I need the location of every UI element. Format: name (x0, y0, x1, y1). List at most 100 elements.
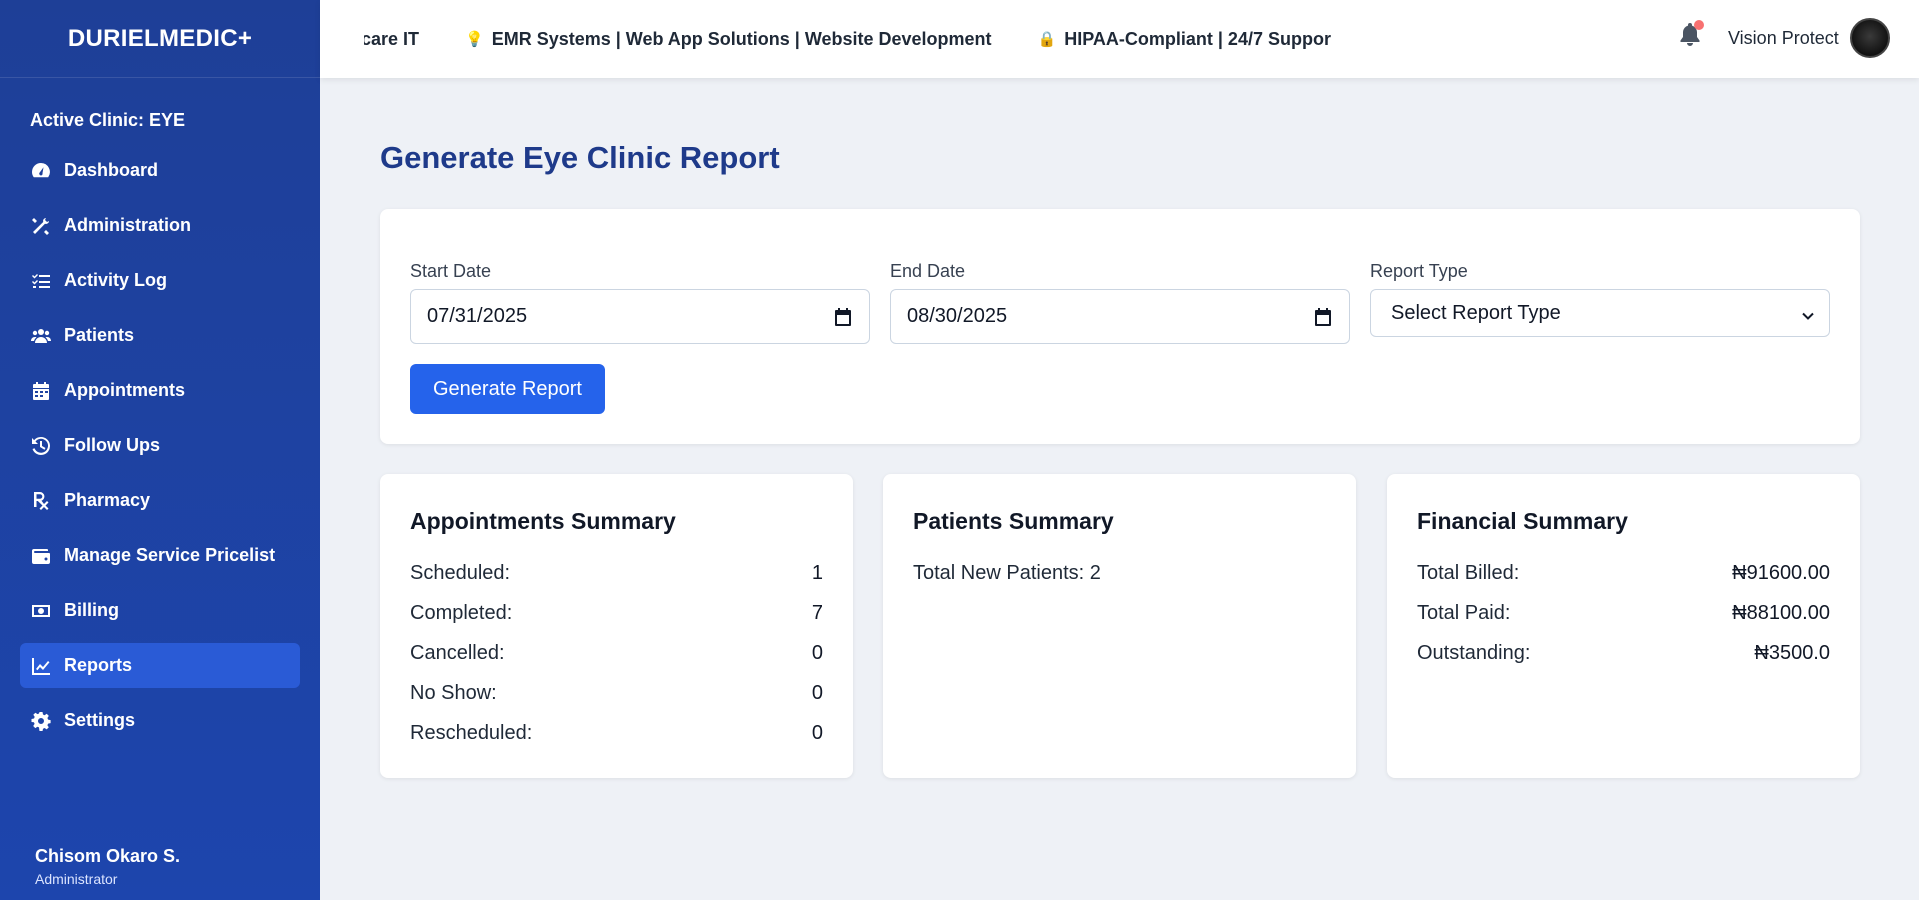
list-check-icon (30, 270, 52, 292)
users-icon (30, 325, 52, 347)
notification-badge (1694, 20, 1704, 30)
start-date-input[interactable]: 07/31/2025 (410, 289, 870, 344)
row-value: 1 (811, 562, 823, 584)
financial-summary-card: Financial Summary Total Billed: ₦91600.0… (1387, 474, 1860, 778)
tools-icon (30, 215, 52, 237)
lock-icon: 🔒 (1037, 31, 1057, 48)
report-type-value: Select Report Type (1391, 301, 1561, 324)
summary-row: Cancelled: 0 (410, 642, 823, 672)
sidebar-item-patients[interactable]: Patients (20, 313, 300, 358)
card-title: Appointments Summary (410, 508, 676, 534)
appointments-summary-card: Appointments Summary Scheduled: 1 Comple… (380, 474, 853, 778)
summary-row: Completed: 7 (410, 602, 823, 632)
topbar: ncare IT 💡 EMR Systems | Web App Solutio… (320, 0, 1919, 78)
sidebar-item-label: Billing (64, 600, 119, 620)
summary-row: Total Billed: ₦91600.00 (1417, 562, 1830, 592)
organization-avatar[interactable] (1850, 18, 1890, 58)
sidebar-item-label: Reports (64, 655, 133, 675)
sidebar-item-appointments[interactable]: Appointments (20, 368, 300, 413)
calendar-icon[interactable] (833, 307, 853, 327)
sidebar-item-follow-ups[interactable]: Follow Ups (20, 423, 300, 468)
row-label: Total Billed: (1417, 562, 1520, 584)
generate-report-button[interactable]: Generate Report (410, 364, 605, 414)
summary-row: Total New Patients: 2 (913, 562, 1326, 592)
row-label: Cancelled: (410, 642, 505, 664)
card-title: Financial Summary (1417, 508, 1628, 534)
row-value: ₦91600.00 (1732, 562, 1830, 584)
ticker-text: EMR Systems | Web App Solutions | Websit… (491, 28, 992, 49)
sidebar-item-label: Manage Service Pricelist (64, 545, 276, 565)
ticker-item: 💡 EMR Systems | Web App Solutions | Webs… (465, 29, 992, 50)
organization-name[interactable]: Vision Protect (1728, 28, 1839, 49)
brand-logo[interactable]: DURIELMEDIC+ (0, 0, 320, 78)
sidebar-item-label: Settings (64, 710, 136, 730)
notification-bell-icon[interactable] (1678, 20, 1708, 52)
sidebar-item-label: Administration (64, 215, 192, 235)
summary-row: Total Paid: ₦88100.00 (1417, 602, 1830, 632)
row-label: Scheduled: (410, 562, 511, 584)
end-date-input[interactable]: 08/30/2025 (890, 289, 1350, 344)
sidebar-item-reports[interactable]: Reports (20, 643, 300, 688)
sidebar-item-pharmacy[interactable]: Pharmacy (20, 478, 300, 523)
lightbulb-icon: 💡 (465, 31, 484, 48)
report-filter-card: Start Date 07/31/2025 End Date 08/30/202… (380, 209, 1860, 444)
sidebar-item-administration[interactable]: Administration (20, 203, 300, 248)
row-value: 0 (811, 682, 823, 704)
wallet-icon (30, 545, 52, 567)
sidebar: DURIELMEDIC+ Active Clinic: EYE Dashboar… (0, 0, 320, 900)
sidebar-item-label: Activity Log (64, 270, 168, 290)
user-role: Administrator (35, 871, 118, 887)
marquee-ticker: ncare IT 💡 EMR Systems | Web App Solutio… (364, 0, 1364, 78)
chart-line-icon (30, 655, 52, 677)
sidebar-item-activity-log[interactable]: Activity Log (20, 258, 300, 303)
ticker-text: ncare IT (364, 28, 420, 49)
end-date-label: End Date (890, 261, 966, 281)
row-value: 0 (811, 722, 823, 744)
sidebar-item-manage-service-pricelist[interactable]: Manage Service Pricelist (20, 533, 300, 578)
sidebar-nav: Dashboard Administration Activity Log Pa… (20, 148, 300, 753)
prescription-icon (30, 490, 52, 512)
sidebar-item-label: Dashboard (64, 160, 159, 180)
row-label: Rescheduled: (410, 722, 533, 744)
history-icon (30, 435, 52, 457)
user-name: Chisom Okaro S. (35, 846, 181, 866)
sidebar-item-label: Follow Ups (64, 435, 160, 455)
summary-row: Outstanding: ₦3500.0 (1417, 642, 1830, 672)
active-clinic-label: Active Clinic: EYE (30, 110, 186, 130)
report-type-select[interactable]: Select Report Type (1370, 289, 1830, 337)
sidebar-item-billing[interactable]: Billing (20, 588, 300, 633)
chevron-down-icon (1801, 306, 1815, 320)
calendar-icon[interactable] (1313, 307, 1333, 327)
sidebar-item-label: Pharmacy (64, 490, 151, 510)
gear-icon (30, 710, 52, 732)
sidebar-item-label: Patients (64, 325, 135, 345)
summary-row: Scheduled: 1 (410, 562, 823, 592)
tachometer-icon (30, 160, 52, 182)
calendar-icon (30, 380, 52, 402)
money-bill-icon (30, 600, 52, 622)
ticker-item: 🔒 HIPAA-Compliant | 24/7 Suppor (1038, 29, 1331, 50)
row-label: Outstanding: (1417, 642, 1531, 664)
total-new-patients: Total New Patients: 2 (913, 562, 1101, 584)
user-profile[interactable]: Chisom Okaro S. Administrator (35, 846, 180, 887)
row-value: ₦3500.0 (1754, 642, 1830, 664)
row-label: Completed: (410, 602, 513, 624)
report-type-label: Report Type (1370, 261, 1468, 281)
summary-row: Rescheduled: 0 (410, 722, 823, 752)
row-value: 7 (811, 602, 823, 624)
ticker-text: HIPAA-Compliant | 24/7 Suppor (1064, 28, 1331, 49)
card-title: Patients Summary (913, 508, 1114, 534)
row-value: 0 (811, 642, 823, 664)
row-label: No Show: (410, 682, 497, 704)
sidebar-item-label: Appointments (64, 380, 185, 400)
end-date-value: 08/30/2025 (907, 305, 1008, 327)
start-date-value: 07/31/2025 (427, 305, 528, 327)
patients-summary-card: Patients Summary Total New Patients: 2 (883, 474, 1356, 778)
sidebar-item-dashboard[interactable]: Dashboard (20, 148, 300, 193)
start-date-label: Start Date (410, 261, 492, 281)
summary-row: No Show: 0 (410, 682, 823, 712)
sidebar-item-settings[interactable]: Settings (20, 698, 300, 743)
row-label: Total Paid: (1417, 602, 1511, 624)
page-title: Generate Eye Clinic Report (380, 140, 780, 175)
ticker-item: ncare IT (364, 29, 419, 50)
